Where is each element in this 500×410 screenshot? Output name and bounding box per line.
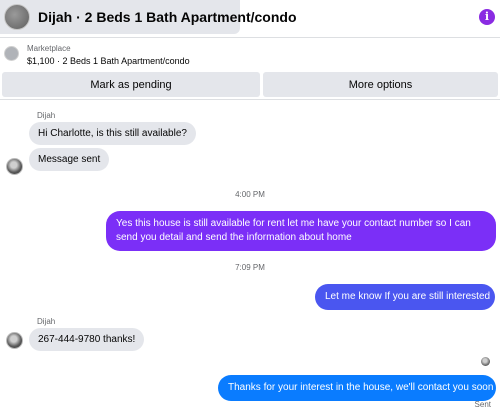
message-timestamp: 7:09 PM [235,263,265,272]
messenger-window: Dijah · 2 Beds 1 Bath Apartment/condo i … [0,0,500,410]
info-icon[interactable]: i [479,9,495,25]
conversation-title: Dijah · 2 Beds 1 Bath Apartment/condo [38,9,297,25]
listing-thumbnail [4,4,30,30]
listing-summary[interactable]: $1,100 · 2 Beds 1 Bath Apartment/condo [27,56,190,66]
sender-name: Dijah [37,317,56,326]
contact-avatar[interactable] [6,158,23,175]
incoming-message[interactable]: Message sent [29,148,110,171]
outgoing-message[interactable]: Thanks for your interest in the house, w… [218,375,496,401]
marketplace-listing-panel: Marketplace $1,100 · 2 Beds 1 Bath Apart… [0,39,500,99]
more-options-button[interactable]: More options [263,72,498,97]
outgoing-message[interactable]: Let me know If you are still interested [315,284,495,310]
conversation-title-chip[interactable]: Dijah · 2 Beds 1 Bath Apartment/condo [0,0,297,34]
message-timestamp: 4:00 PM [235,190,265,199]
divider [0,99,500,100]
incoming-message[interactable]: Hi Charlotte, is this still available? [29,122,196,145]
mark-as-pending-button[interactable]: Mark as pending [2,72,260,97]
contact-avatar[interactable] [6,332,23,349]
incoming-message[interactable]: 267-444-9780 thanks! [29,328,145,351]
message-status: Sent [474,400,491,409]
sender-name: Dijah [37,111,56,120]
listing-thumbnail-small [4,46,19,61]
conversation-header: Dijah · 2 Beds 1 Bath Apartment/condo i [0,0,500,38]
seen-avatar-icon [481,357,490,366]
marketplace-label: Marketplace [27,44,71,53]
outgoing-message[interactable]: Yes this house is still available for re… [106,211,496,251]
